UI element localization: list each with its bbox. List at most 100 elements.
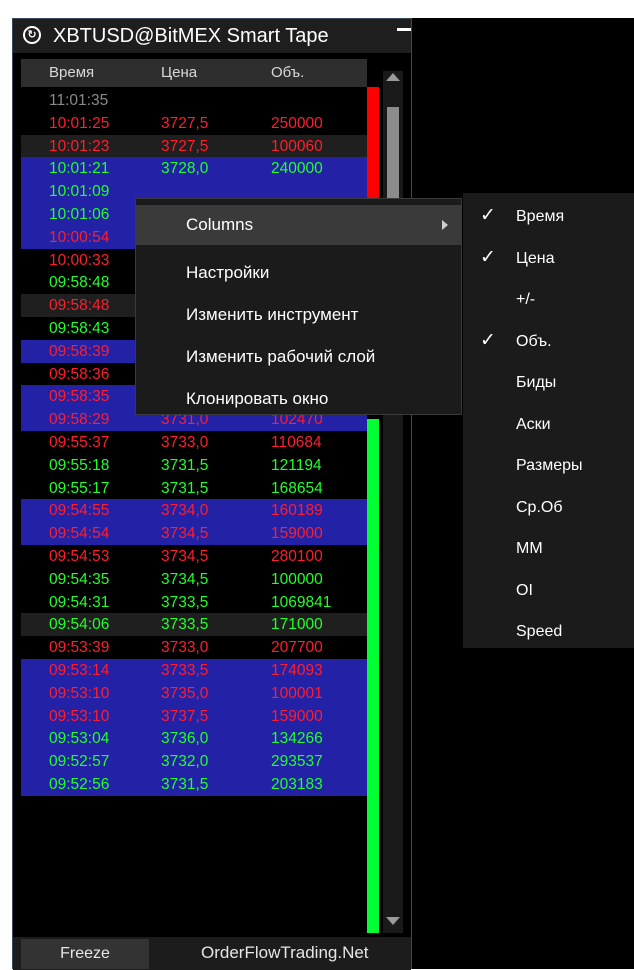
cell-time: 09:53:39	[49, 639, 110, 657]
column-toggle-label: ММ	[516, 540, 543, 557]
cell-time: 09:58:36	[49, 365, 110, 383]
column-toggle-item[interactable]: OI	[463, 571, 634, 611]
cell-time: 09:54:06	[49, 616, 110, 634]
cell-time: 09:53:04	[49, 730, 110, 748]
context-menu-item[interactable]: Клонировать окно	[136, 379, 461, 419]
context-menu-item[interactable]: Изменить инструмент	[136, 295, 461, 335]
table-row[interactable]: 09:54:35 3734,5 100000	[21, 567, 367, 591]
table-row[interactable]: 09:53:39 3733,0 207700	[21, 636, 367, 659]
context-menu-item[interactable]: Настройки	[136, 253, 461, 293]
window-title: XBTUSD@BitMEX Smart Tape	[53, 25, 329, 47]
table-row[interactable]: 09:55:18 3731,5 121194	[21, 453, 367, 477]
cell-price: 3736,0	[161, 730, 209, 748]
column-toggle-item[interactable]: ✓ Цена	[463, 239, 634, 279]
cell-volume: 250000	[271, 114, 323, 132]
tape-rows: 11:01:35 10:01:25 3727,5 250000 10:01:23 3727…	[21, 89, 367, 796]
table-row[interactable]: 09:54:54 3734,5 159000	[21, 522, 367, 545]
table-row[interactable]: 11:01:35	[21, 89, 367, 112]
cell-time: 10:00:33	[49, 251, 110, 269]
table-row[interactable]: 09:53:10 3735,0 100001	[21, 681, 367, 705]
table-row[interactable]: 09:53:04 3736,0 134266	[21, 727, 367, 751]
cell-price: 3733,0	[161, 433, 209, 451]
cell-volume: 100001	[271, 684, 323, 702]
column-toggle-label: Ср.Об	[516, 498, 563, 516]
cell-volume: 203183	[271, 775, 323, 793]
cell-time: 10:01:25	[49, 114, 110, 132]
context-menu-item[interactable]: Изменить рабочий слой	[136, 337, 461, 377]
table-row[interactable]: 09:55:37 3733,0 110684	[21, 430, 367, 454]
column-toggle-label: Время	[516, 208, 565, 225]
cell-price: 3734,5	[161, 570, 209, 588]
cell-time: 10:00:54	[49, 228, 110, 246]
column-header: Время Цена Объ.	[21, 59, 367, 87]
cell-time: 09:54:35	[49, 570, 110, 588]
cell-time: 09:55:17	[49, 479, 110, 497]
column-toggle-label: +/-	[516, 291, 536, 308]
column-toggle-item[interactable]: Аски	[463, 405, 634, 445]
cell-price: 3731,5	[161, 479, 209, 497]
cell-volume: 134266	[271, 730, 323, 748]
column-toggle-label: Speed	[516, 623, 563, 640]
cell-time: 09:52:56	[49, 775, 110, 793]
column-toggle-label: Аски	[516, 415, 551, 433]
cell-time: 09:54:53	[49, 547, 110, 565]
table-row[interactable]: 09:54:31 3733,5 1069841	[21, 590, 367, 614]
title-bar[interactable]: ↻ XBTUSD@BitMEX Smart Tape	[13, 19, 411, 53]
column-toggle-label: Цена	[516, 249, 555, 267]
cell-time: 09:54:54	[49, 525, 110, 543]
cell-time: 09:58:29	[49, 411, 110, 429]
table-row[interactable]: 09:55:17 3731,5 168654	[21, 476, 367, 500]
table-row[interactable]: 09:54:06 3733,5 171000	[21, 613, 367, 637]
table-row[interactable]: 09:52:57 3732,0 293537	[21, 750, 367, 773]
context-menu-item-label: Columns	[186, 215, 254, 234]
table-row[interactable]: 09:52:56 3731,5 203183	[21, 772, 367, 796]
cell-volume: 168654	[271, 479, 323, 497]
column-toggle-item[interactable]: ✓ Время	[463, 197, 634, 237]
column-toggle-item[interactable]: ✓ Объ.	[463, 322, 634, 362]
column-toggle-item[interactable]: Биды	[463, 363, 634, 403]
cell-time: 10:01:21	[49, 160, 110, 178]
column-toggle-item[interactable]: Ср.Об	[463, 488, 634, 528]
cell-time: 09:58:48	[49, 274, 110, 292]
cell-price: 3737,5	[161, 707, 209, 725]
context-menu-item-label: Настройки	[186, 263, 270, 282]
table-row[interactable]: 09:54:55 3734,0 160189	[21, 499, 367, 523]
column-header-time[interactable]: Время	[49, 64, 94, 81]
cell-volume: 100000	[271, 570, 323, 588]
cell-time: 09:53:10	[49, 684, 110, 702]
cell-volume: 121194	[271, 456, 322, 474]
checkmark-icon: ✓	[480, 329, 496, 351]
column-toggle-item[interactable]: Размеры	[463, 446, 634, 486]
side-bar-buy	[367, 419, 379, 933]
table-row[interactable]: 09:53:14 3733,5 174093	[21, 658, 367, 682]
table-row[interactable]: 09:54:53 3734,5 280100	[21, 544, 367, 568]
cell-volume: 159000	[271, 707, 323, 725]
column-toggle-item[interactable]: Speed	[463, 612, 634, 652]
cell-volume: 1069841	[271, 593, 332, 611]
cell-price: 3732,0	[161, 753, 209, 771]
column-header-volume[interactable]: Объ.	[271, 64, 304, 81]
cell-time: 09:53:14	[49, 661, 110, 679]
cell-time: 10:01:09	[49, 183, 110, 201]
freeze-button[interactable]: Freeze	[21, 939, 149, 969]
table-row[interactable]: 10:01:25 3727,5 250000	[21, 111, 367, 135]
context-menu-item[interactable]: Columns	[136, 205, 461, 245]
scroll-up-icon[interactable]	[386, 73, 400, 81]
cell-time: 09:54:31	[49, 593, 110, 611]
cell-time: 09:58:35	[49, 388, 110, 406]
cell-price: 3734,5	[161, 525, 209, 543]
pin-icon[interactable]	[397, 28, 411, 34]
cell-volume: 240000	[271, 160, 323, 178]
submenu-arrow-icon	[442, 220, 448, 230]
table-row[interactable]: 10:01:23 3727,5 100060	[21, 134, 367, 158]
column-toggle-item[interactable]: ММ	[463, 529, 634, 569]
scroll-down-icon[interactable]	[386, 917, 400, 925]
table-row[interactable]: 10:01:21 3728,0 240000	[21, 157, 367, 181]
column-toggle-label: OI	[516, 581, 533, 599]
checkmark-icon: ✓	[480, 246, 496, 268]
cell-time: 09:52:57	[49, 753, 110, 771]
cell-volume: 159000	[271, 525, 323, 543]
table-row[interactable]: 09:53:10 3737,5 159000	[21, 704, 367, 728]
column-header-price[interactable]: Цена	[161, 64, 197, 81]
column-toggle-item[interactable]: +/-	[463, 280, 634, 320]
